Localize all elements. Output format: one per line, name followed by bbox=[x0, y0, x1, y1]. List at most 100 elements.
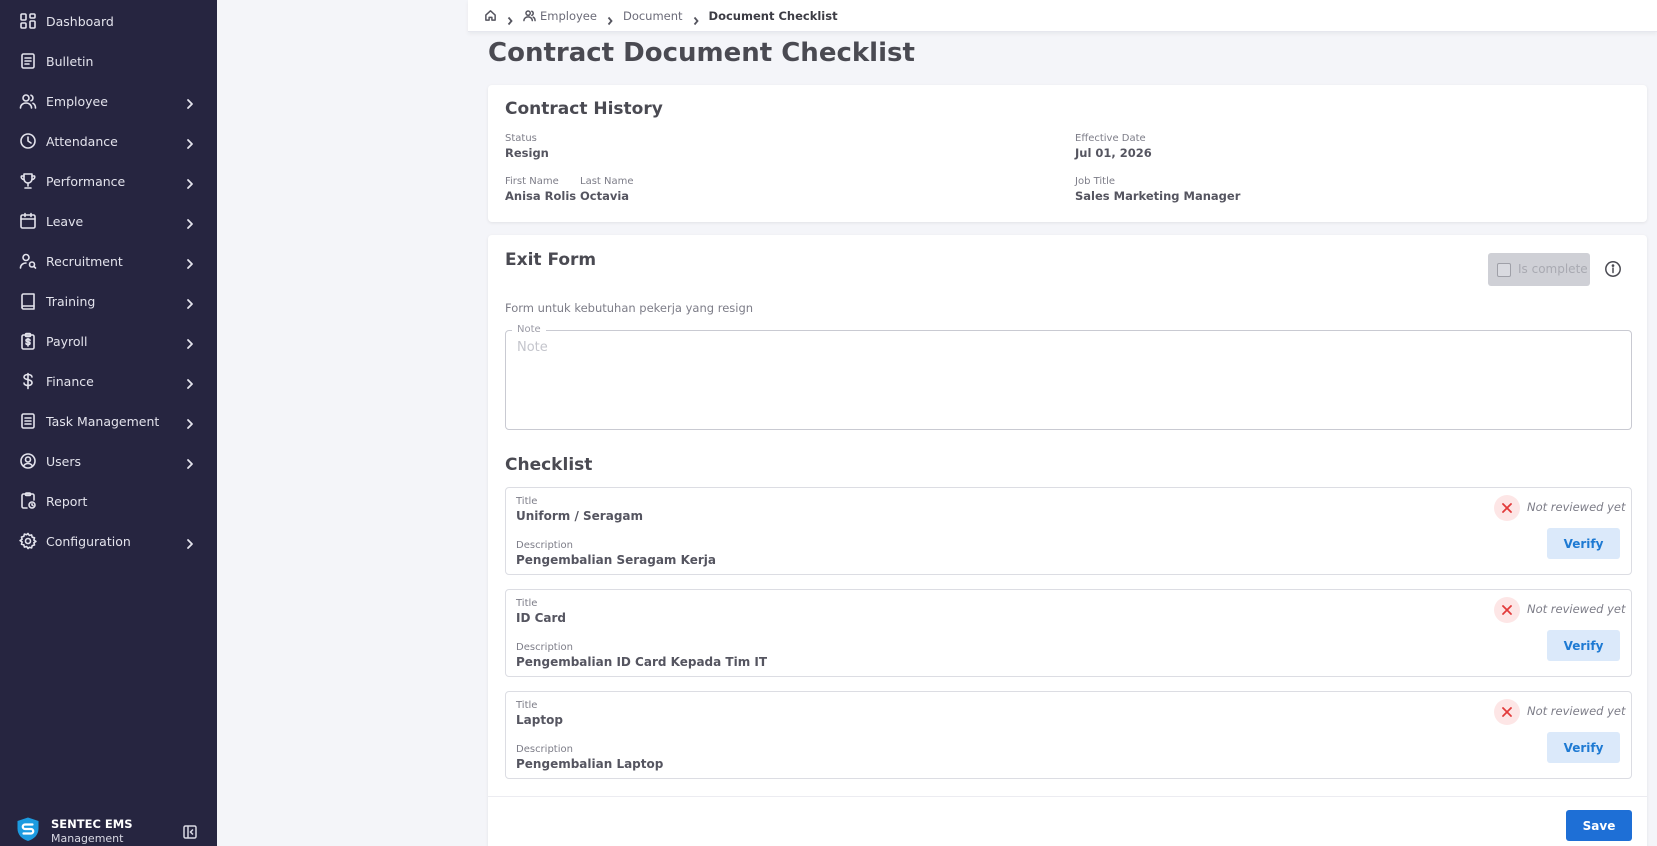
brand-name: SENTEC EMS bbox=[51, 817, 133, 831]
chevron-right-icon bbox=[184, 175, 196, 189]
sidebar-item-report[interactable]: Report bbox=[0, 481, 217, 521]
sidebar-item-label: Dashboard bbox=[46, 13, 114, 29]
chevron-right-icon bbox=[505, 11, 515, 25]
first-name-value: Anisa Rolis bbox=[505, 189, 577, 203]
chevron-right-icon bbox=[184, 415, 196, 429]
breadcrumb: Employee Document Document Checklist bbox=[468, 0, 1657, 32]
collapse-sidebar-icon[interactable] bbox=[183, 824, 197, 839]
sidebar-item-recruitment[interactable]: Recruitment bbox=[0, 241, 217, 281]
sidebar-item-configuration[interactable]: Configuration bbox=[0, 521, 217, 561]
task-list-icon bbox=[19, 412, 37, 430]
dashboard-icon bbox=[19, 12, 37, 30]
sidebar-item-users[interactable]: Users bbox=[0, 441, 217, 481]
breadcrumb-document[interactable]: Document bbox=[623, 9, 683, 23]
breadcrumb-employee[interactable]: Employee bbox=[523, 9, 597, 23]
page-title: Contract Document Checklist bbox=[488, 38, 915, 68]
book-icon bbox=[19, 292, 37, 310]
chevron-right-icon bbox=[184, 255, 196, 269]
item-status: Not reviewed yet bbox=[1527, 704, 1626, 718]
sidebar-item-bulletin[interactable]: Bulletin bbox=[0, 41, 217, 81]
sidebar-item-training[interactable]: Training bbox=[0, 281, 217, 321]
sidebar-item-task-management[interactable]: Task Management bbox=[0, 401, 217, 441]
item-title-label: Title bbox=[516, 598, 538, 609]
sidebar-item-attendance[interactable]: Attendance bbox=[0, 121, 217, 161]
breadcrumb-label: Employee bbox=[540, 8, 597, 23]
last-name-value: Octavia bbox=[580, 189, 630, 203]
is-complete-label: Is complete bbox=[1518, 262, 1588, 276]
chevron-right-icon bbox=[184, 95, 196, 109]
verify-button[interactable]: Verify bbox=[1547, 528, 1620, 559]
note-input[interactable] bbox=[517, 340, 1617, 420]
is-complete-checkbox[interactable]: Is complete bbox=[1488, 253, 1590, 286]
bulletin-icon bbox=[19, 52, 37, 70]
item-description: Pengembalian Laptop bbox=[516, 757, 664, 771]
chevron-right-icon bbox=[184, 455, 196, 469]
sidebar-item-employee[interactable]: Employee bbox=[0, 81, 217, 121]
gear-icon bbox=[19, 532, 37, 550]
checklist-title: Checklist bbox=[505, 455, 593, 475]
item-title: Uniform / Seragam bbox=[516, 509, 644, 523]
dollar-icon bbox=[19, 372, 37, 390]
checklist-item: Title ID Card Description Pengembalian I… bbox=[505, 589, 1632, 677]
sidebar-item-label: Bulletin bbox=[46, 53, 94, 69]
sidebar-item-finance[interactable]: Finance bbox=[0, 361, 217, 401]
home-icon bbox=[485, 10, 496, 21]
item-description-label: Description bbox=[516, 642, 573, 653]
users-icon bbox=[19, 92, 37, 110]
breadcrumb-home[interactable] bbox=[484, 9, 497, 22]
clock-icon bbox=[19, 132, 37, 150]
sidebar-item-label: Finance bbox=[46, 373, 94, 389]
item-description-label: Description bbox=[516, 540, 573, 551]
chevron-right-icon bbox=[605, 11, 615, 25]
chevron-right-icon bbox=[184, 295, 196, 309]
job-title-value: Sales Marketing Manager bbox=[1075, 189, 1241, 203]
sidebar-item-label: Recruitment bbox=[46, 253, 123, 269]
note-label: Note bbox=[512, 324, 546, 335]
sentec-logo-icon bbox=[15, 816, 41, 842]
sidebar-item-dashboard[interactable]: Dashboard bbox=[0, 1, 217, 41]
verify-button[interactable]: Verify bbox=[1547, 630, 1620, 661]
sidebar-item-label: Employee bbox=[46, 93, 108, 109]
sidebar-item-label: Task Management bbox=[46, 413, 160, 429]
sidebar-item-label: Training bbox=[46, 293, 96, 309]
effective-date-value: Jul 01, 2026 bbox=[1075, 146, 1152, 160]
exit-form-description: Form untuk kebutuhan pekerja yang resign bbox=[505, 301, 754, 315]
sidebar-item-label: Report bbox=[46, 493, 88, 509]
user-circle-icon bbox=[19, 452, 37, 470]
sidebar-item-leave[interactable]: Leave bbox=[0, 201, 217, 241]
chevron-right-icon bbox=[184, 215, 196, 229]
item-status: Not reviewed yet bbox=[1527, 500, 1626, 514]
trophy-icon bbox=[19, 172, 37, 190]
user-search-icon bbox=[19, 252, 37, 270]
breadcrumb-current: Document Checklist bbox=[708, 8, 838, 23]
report-icon bbox=[19, 492, 37, 510]
calendar-icon bbox=[19, 212, 37, 230]
sidebar-item-label: Users bbox=[46, 453, 82, 469]
footer-divider bbox=[488, 796, 1647, 797]
sidebar-item-performance[interactable]: Performance bbox=[0, 161, 217, 201]
chevron-right-icon bbox=[184, 335, 196, 349]
chevron-right-icon bbox=[184, 375, 196, 389]
checkbox[interactable] bbox=[1497, 263, 1511, 277]
checklist-item: Title Uniform / Seragam Description Peng… bbox=[505, 487, 1632, 575]
clipboard-dollar-icon bbox=[19, 332, 37, 350]
item-title: Laptop bbox=[516, 713, 563, 727]
sidebar-item-label: Leave bbox=[46, 213, 84, 229]
first-name-label: First Name bbox=[505, 176, 559, 187]
save-button[interactable]: Save bbox=[1566, 810, 1632, 841]
job-title-label: Job Title bbox=[1075, 176, 1116, 187]
sidebar-item-payroll[interactable]: Payroll bbox=[0, 321, 217, 361]
sidebar-item-label: Performance bbox=[46, 173, 126, 189]
brand: SENTEC EMS Management bbox=[0, 808, 217, 846]
not-reviewed-x-icon bbox=[1494, 495, 1520, 521]
sidebar-item-label: Payroll bbox=[46, 333, 88, 349]
status-label: Status bbox=[505, 133, 537, 144]
info-icon[interactable] bbox=[1604, 260, 1622, 278]
effective-date-label: Effective Date bbox=[1075, 133, 1146, 144]
chevron-right-icon bbox=[691, 11, 701, 25]
not-reviewed-x-icon bbox=[1494, 597, 1520, 623]
contract-history-title: Contract History bbox=[505, 99, 663, 119]
last-name-label: Last Name bbox=[580, 176, 634, 187]
checklist-item: Title Laptop Description Pengembalian La… bbox=[505, 691, 1632, 779]
verify-button[interactable]: Verify bbox=[1547, 732, 1620, 763]
